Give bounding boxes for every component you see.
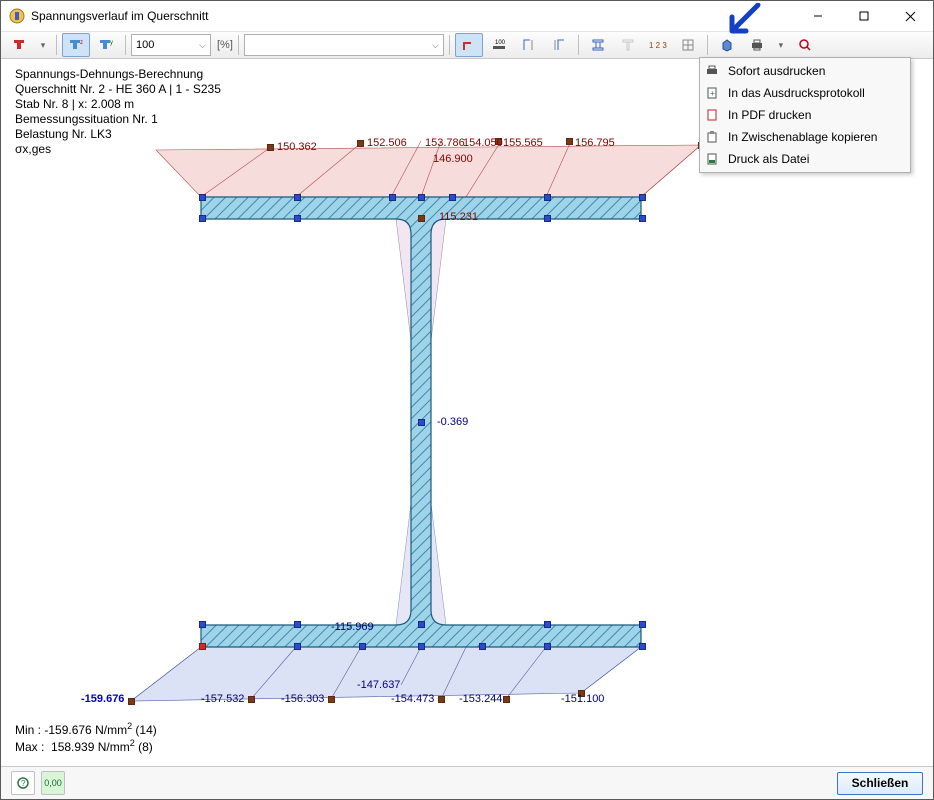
stress-label: 152.506 [367,137,407,149]
node-marker [418,621,425,628]
node-marker [389,194,396,201]
stress-label: -153.244 [459,693,502,705]
tool-dim2-icon[interactable] [545,33,573,57]
units-button[interactable]: 0,00 [41,771,65,795]
tool-section-red-icon[interactable] [5,33,33,57]
svg-text:z: z [80,40,83,46]
tool-dim1-icon[interactable] [515,33,543,57]
app-icon [9,8,25,24]
label-marker [128,698,135,705]
label-marker [438,696,445,703]
zoom-unit-label: [%] [217,39,233,51]
node-marker [418,194,425,201]
node-marker [359,643,366,650]
node-marker [199,194,206,201]
clipboard-icon [704,129,720,145]
minimize-button[interactable] [795,1,841,31]
label-marker [566,138,573,145]
node-marker [294,194,301,201]
label-marker [267,144,274,151]
label-marker [328,696,335,703]
stress-label: 154.050 [463,137,503,149]
close-button[interactable]: Schließen [837,772,923,795]
tool-dropdown-1[interactable]: ▾ [35,33,51,57]
node-marker [544,215,551,222]
toolbar: ▾ z y 100⌵ [%] ⌵ 100 1 2 3 ▾ [1,32,933,59]
menu-print-now[interactable]: Sofort ausdrucken [700,60,910,82]
node-marker [294,215,301,222]
node-marker [199,215,206,222]
stress-label: 156.795 [575,137,615,149]
node-marker [294,621,301,628]
node-marker [418,419,425,426]
window-title: Spannungsverlauf im Querschnitt [31,9,795,23]
stress-label: 153.786 [425,137,465,149]
stress-label: -157.532 [201,693,244,705]
menu-to-pdf[interactable]: In PDF drucken [700,104,910,126]
stress-label: -147.637 [357,679,400,691]
node-marker [639,621,646,628]
pdf-icon [704,107,720,123]
zoom-combo[interactable]: 100⌵ [131,34,211,56]
tool-find-icon[interactable] [791,33,819,57]
stress-label: 150.362 [277,141,317,153]
node-marker [199,621,206,628]
node-marker [544,643,551,650]
stress-label-min: -159.676 [81,693,124,705]
minmax-block: Min : -159.676 N/mm2 (14) Max : 158.939 … [15,721,157,756]
close-window-button[interactable] [887,1,933,31]
stress-label: -115.969 [331,621,374,633]
svg-text:?: ? [21,779,26,788]
menu-to-clipboard[interactable]: In Zwischenablage kopieren [700,126,910,148]
stress-label: -154.473 [391,693,434,705]
node-marker [294,643,301,650]
print-dropdown[interactable]: ▾ [773,33,789,57]
tool-ibeam-icon[interactable] [584,33,612,57]
node-marker [544,621,551,628]
stress-label: -0.369 [437,416,468,428]
stress-label: 155.565 [503,137,543,149]
label-marker [357,140,364,147]
label-marker [248,696,255,703]
node-marker [639,643,646,650]
maximize-button[interactable] [841,1,887,31]
node-marker [639,194,646,201]
annotation-arrow-icon [726,3,766,39]
help-button[interactable]: ? [11,771,35,795]
tool-tee-icon[interactable] [614,33,642,57]
save-file-icon [704,151,720,167]
svg-text:y: y [110,40,113,46]
menu-to-file[interactable]: Druck als Datei [700,148,910,170]
node-marker [544,194,551,201]
tool-axis-y-icon[interactable]: y [92,33,120,57]
result-type-combo[interactable]: ⌵ [244,34,444,56]
footer: ? 0,00 Schließen [1,766,933,799]
node-marker [639,215,646,222]
tool-numbers-icon[interactable]: 1 2 3 [644,33,672,57]
stress-label: 146.900 [433,153,473,165]
svg-text:100: 100 [495,40,506,46]
print-menu: Sofort ausdrucken + In das Ausdrucksprot… [699,57,911,173]
tool-corner-icon[interactable] [455,33,483,57]
node-marker [449,194,456,201]
document-add-icon: + [704,85,720,101]
stress-label: -151.100 [561,693,604,705]
svg-text:+: + [710,89,715,98]
titlebar: Spannungsverlauf im Querschnitt [1,1,933,32]
node-marker [479,643,486,650]
node-marker [418,643,425,650]
printer-icon [704,63,720,79]
tool-scale-icon[interactable]: 100 [485,33,513,57]
stress-label: 115.231 [439,211,478,223]
menu-to-protocol[interactable]: + In das Ausdrucksprotokoll [700,82,910,104]
node-marker-min [199,643,206,650]
label-marker [503,696,510,703]
node-marker [418,215,425,222]
tool-grid-icon[interactable] [674,33,702,57]
tool-axis-yz-icon[interactable]: z [62,33,90,57]
stress-label: -156.303 [281,693,324,705]
